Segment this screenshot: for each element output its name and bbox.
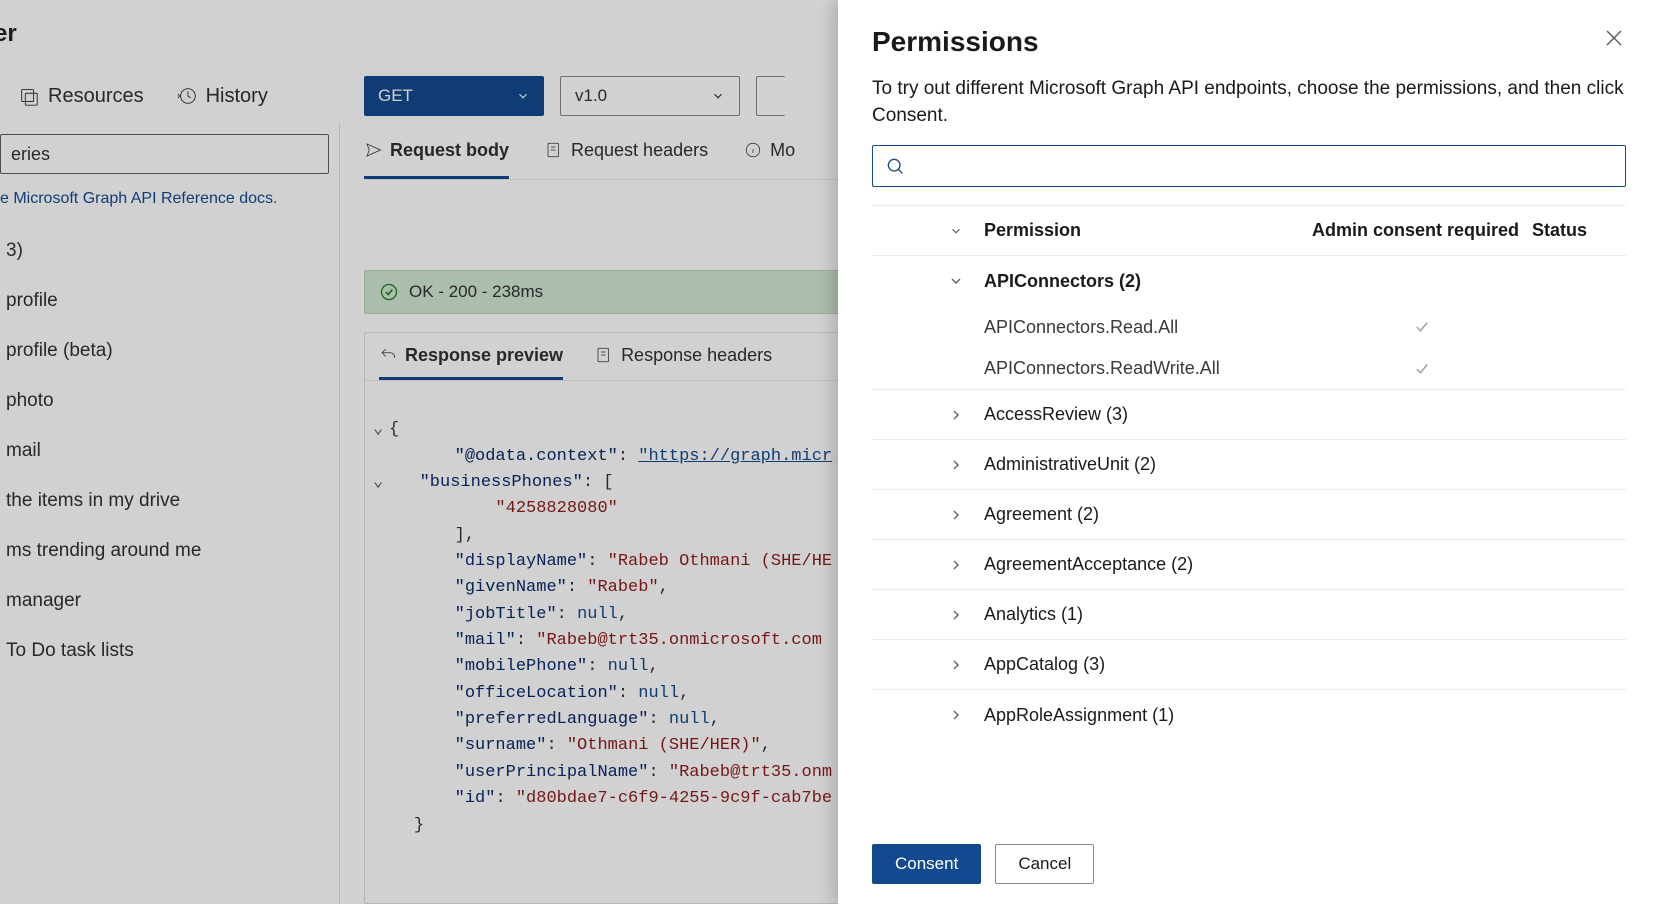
permission-group[interactable]: AgreementAcceptance (2) <box>872 540 1626 590</box>
chevron-down-icon <box>948 273 964 289</box>
group-name: AppRoleAssignment (1) <box>984 705 1312 726</box>
permission-group[interactable]: Analytics (1) <box>872 590 1626 640</box>
permission-group[interactable]: AccessReview (3) <box>872 390 1626 440</box>
permissions-panel: Permissions To try out different Microso… <box>838 0 1660 904</box>
consent-button-label: Consent <box>895 854 958 874</box>
col-admin[interactable]: Admin consent required <box>1312 220 1532 241</box>
group-name: AppCatalog (3) <box>984 654 1312 675</box>
group-name: AdministrativeUnit (2) <box>984 454 1312 475</box>
table-header: Permission Admin consent required Status <box>872 206 1626 256</box>
check-icon <box>1413 318 1431 336</box>
col-permission[interactable]: Permission <box>984 220 1312 241</box>
chevron-down-icon[interactable] <box>949 224 963 238</box>
col-status[interactable]: Status <box>1532 220 1622 241</box>
permission-group[interactable]: APIConnectors (2) <box>872 256 1626 306</box>
panel-title: Permissions <box>872 26 1039 58</box>
search-icon <box>885 156 905 176</box>
panel-footer: Consent Cancel <box>872 822 1626 884</box>
panel-header: Permissions <box>872 26 1626 58</box>
chevron-right-icon <box>948 507 964 523</box>
group-name: AgreementAcceptance (2) <box>984 554 1312 575</box>
permission-group[interactable]: AppRoleAssignment (1) <box>872 690 1626 740</box>
permission-row[interactable]: APIConnectors.ReadWrite.All <box>872 348 1626 390</box>
permission-row[interactable]: APIConnectors.Read.All <box>872 306 1626 348</box>
close-icon <box>1602 26 1626 50</box>
permission-group[interactable]: AppCatalog (3) <box>872 640 1626 690</box>
chevron-right-icon <box>948 557 964 573</box>
group-name: Agreement (2) <box>984 504 1312 525</box>
cancel-button[interactable]: Cancel <box>995 844 1094 884</box>
permission-group[interactable]: Agreement (2) <box>872 490 1626 540</box>
chevron-right-icon <box>948 457 964 473</box>
permissions-search[interactable] <box>872 145 1626 187</box>
chevron-right-icon <box>948 657 964 673</box>
permission-group[interactable]: AdministrativeUnit (2) <box>872 440 1626 490</box>
chevron-right-icon <box>948 607 964 623</box>
group-name: Analytics (1) <box>984 604 1312 625</box>
permissions-search-input[interactable] <box>915 155 1613 177</box>
group-name: APIConnectors (2) <box>984 271 1312 292</box>
permission-name: APIConnectors.ReadWrite.All <box>984 358 1312 379</box>
chevron-right-icon <box>948 707 964 723</box>
panel-description: To try out different Microsoft Graph API… <box>872 76 1626 129</box>
group-name: AccessReview (3) <box>984 404 1312 425</box>
check-icon <box>1413 360 1431 378</box>
chevron-right-icon <box>948 407 964 423</box>
consent-button[interactable]: Consent <box>872 844 981 884</box>
close-button[interactable] <box>1602 26 1626 50</box>
permissions-table: Permission Admin consent required Status… <box>872 205 1626 822</box>
permission-name: APIConnectors.Read.All <box>984 317 1312 338</box>
cancel-button-label: Cancel <box>1018 854 1071 874</box>
